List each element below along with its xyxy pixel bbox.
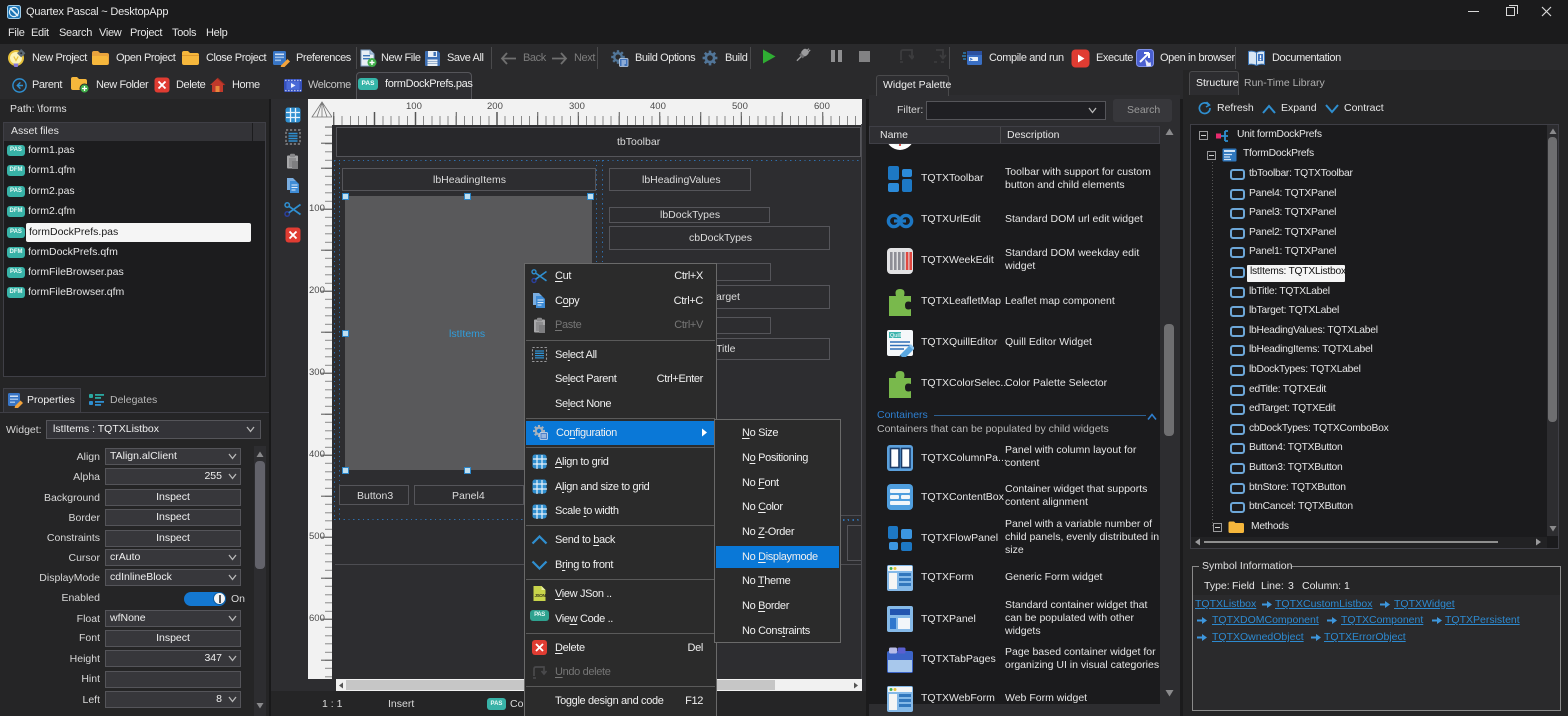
- svg-text:JSON: JSON: [535, 593, 546, 598]
- svg-text:Quill: Quill: [890, 333, 901, 339]
